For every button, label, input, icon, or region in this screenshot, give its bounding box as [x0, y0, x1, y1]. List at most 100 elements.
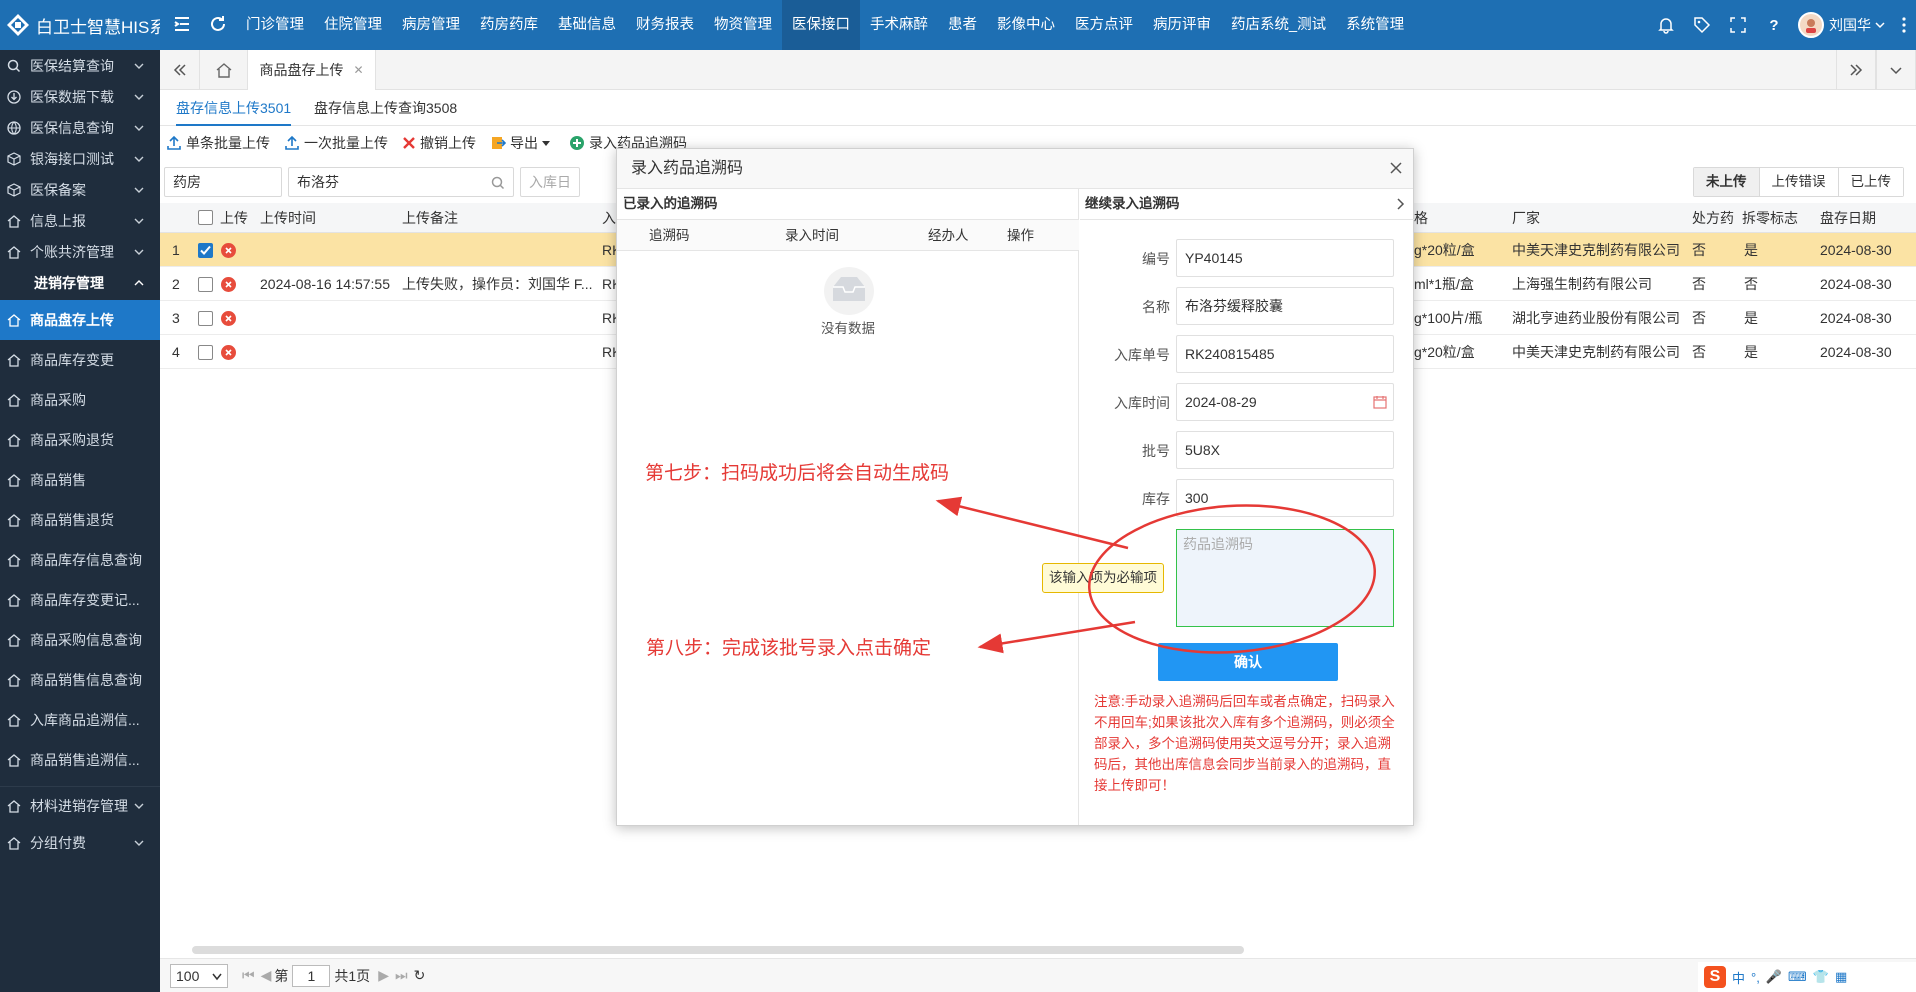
- sidebar-group[interactable]: 医保数据下载: [0, 81, 160, 112]
- topnav-item[interactable]: 医保接口: [782, 0, 860, 50]
- scroll-right-icon[interactable]: [1836, 50, 1876, 90]
- sidebar-group[interactable]: 材料进销存管理: [0, 786, 160, 824]
- sidebar-group[interactable]: 个账共济管理: [0, 236, 160, 267]
- row-rx: 否: [1692, 344, 1706, 360]
- calendar-icon[interactable]: [1373, 395, 1387, 409]
- sidebar-group[interactable]: 医保备案: [0, 174, 160, 205]
- sidebar-item[interactable]: 商品盘存上传: [0, 300, 160, 340]
- select-all-checkbox[interactable]: [198, 210, 213, 225]
- close-icon[interactable]: [1389, 161, 1403, 175]
- sidebar-item[interactable]: 商品销售追溯信...: [0, 740, 160, 780]
- sidebar-group[interactable]: 银海接口测试: [0, 143, 160, 174]
- field-input[interactable]: YP40145: [1176, 239, 1394, 277]
- prev-page-icon[interactable]: ◀: [261, 967, 272, 984]
- pharmacy-select[interactable]: 药房: [164, 167, 282, 197]
- confirm-button[interactable]: 确认: [1158, 643, 1338, 681]
- refresh-icon[interactable]: [208, 14, 228, 34]
- topnav-item[interactable]: 住院管理: [314, 0, 392, 50]
- ime-toolbar[interactable]: S 中 °, 🎤 ⌨ 👕 ▦: [1698, 962, 1916, 992]
- status-error-button[interactable]: 上传错误: [1758, 168, 1838, 196]
- tag-icon[interactable]: [1684, 0, 1720, 50]
- last-page-icon[interactable]: ⏭: [395, 967, 408, 984]
- export-button[interactable]: 导出: [490, 133, 555, 153]
- row-stock-date: 2024-08-30: [1820, 310, 1892, 326]
- page-size-select[interactable]: 100: [170, 963, 228, 988]
- toolbox-icon[interactable]: ▦: [1835, 969, 1847, 985]
- empty-inbox-icon: [824, 267, 874, 315]
- single-batch-upload-button[interactable]: 单条批量上传: [166, 133, 270, 153]
- sidebar-group-label: 进销存管理: [34, 274, 104, 291]
- sidebar-group-open[interactable]: 进销存管理: [0, 267, 160, 298]
- all-batch-upload-button[interactable]: 一次批量上传: [284, 133, 388, 153]
- sidebar-group[interactable]: 医保信息查询: [0, 112, 160, 143]
- status-not-uploaded-button[interactable]: 未上传: [1694, 168, 1759, 196]
- topnav-item[interactable]: 手术麻醉: [860, 0, 938, 50]
- row-checkbox[interactable]: [198, 311, 213, 326]
- collapse-left-icon[interactable]: [160, 50, 200, 90]
- row-checkbox[interactable]: [198, 345, 213, 360]
- sidebar-group[interactable]: 信息上报: [0, 205, 160, 236]
- sidebar-item[interactable]: 入库商品追溯信...: [0, 700, 160, 740]
- topnav-item[interactable]: 影像中心: [987, 0, 1065, 50]
- brand[interactable]: 白卫士智慧HIS系统: [0, 0, 160, 50]
- sidebar-group[interactable]: 分组付费: [0, 824, 160, 862]
- reload-icon[interactable]: ↻: [414, 967, 426, 984]
- keyboard-icon[interactable]: ⌨: [1788, 969, 1807, 985]
- fullscreen-icon[interactable]: [1720, 0, 1756, 50]
- topnav-item[interactable]: 药房药库: [470, 0, 548, 50]
- field-input[interactable]: 布洛芬缓释胶囊: [1176, 287, 1394, 325]
- home-tab-icon[interactable]: [200, 50, 248, 90]
- tab-query-3508[interactable]: 盘存信息上传查询3508: [314, 90, 457, 126]
- bell-icon[interactable]: [1648, 0, 1684, 50]
- user-menu[interactable]: 刘国华: [1792, 12, 1892, 38]
- field-input[interactable]: RK240815485: [1176, 335, 1394, 373]
- cancel-upload-button[interactable]: 撤销上传: [402, 133, 476, 153]
- sidebar-item[interactable]: 商品销售退货: [0, 500, 160, 540]
- tab-close-icon[interactable]: ✕: [353, 63, 363, 77]
- topnav-item[interactable]: 病房管理: [392, 0, 470, 50]
- topnav-item[interactable]: 财务报表: [626, 0, 704, 50]
- topnav-item[interactable]: 门诊管理: [236, 0, 314, 50]
- field-input[interactable]: 300: [1176, 479, 1394, 517]
- page-input[interactable]: 1: [292, 964, 331, 987]
- row-checkbox[interactable]: [198, 243, 213, 258]
- topnav-item[interactable]: 物资管理: [704, 0, 782, 50]
- horizontal-scrollbar[interactable]: [192, 946, 1244, 954]
- skin-icon[interactable]: 👕: [1813, 969, 1829, 985]
- tab-stock-upload[interactable]: 商品盘存上传 ✕: [248, 50, 376, 90]
- first-page-icon[interactable]: ⏮: [242, 967, 255, 984]
- tab-menu-chevron-icon[interactable]: [1876, 50, 1916, 90]
- more-vertical-icon[interactable]: [1892, 0, 1916, 50]
- menu-toggle-icon[interactable]: [172, 14, 192, 34]
- topnav-item[interactable]: 患者: [938, 0, 987, 50]
- tab-upload-3501[interactable]: 盘存信息上传3501: [176, 90, 292, 126]
- sidebar-item[interactable]: 商品销售信息查询: [0, 660, 160, 700]
- home-icon: [7, 214, 21, 228]
- mic-icon[interactable]: 🎤: [1766, 969, 1782, 985]
- field-input[interactable]: 2024-08-29: [1176, 383, 1394, 421]
- topnav-item[interactable]: 医方点评: [1065, 0, 1143, 50]
- trace-code-input[interactable]: 药品追溯码: [1176, 529, 1394, 627]
- sidebar-item[interactable]: 商品采购退货: [0, 420, 160, 460]
- status-uploaded-button[interactable]: 已上传: [1837, 168, 1903, 196]
- topnav-item[interactable]: 药店系统_测试: [1221, 0, 1336, 50]
- sidebar-item[interactable]: 商品库存信息查询: [0, 540, 160, 580]
- topnav-item[interactable]: 病历评审: [1143, 0, 1221, 50]
- date-input[interactable]: 入库日: [520, 167, 580, 197]
- field-input[interactable]: 5U8X: [1176, 431, 1394, 469]
- row-checkbox[interactable]: [198, 277, 213, 292]
- drug-search-input[interactable]: 布洛芬: [288, 167, 514, 197]
- sidebar-item[interactable]: 商品库存变更: [0, 340, 160, 380]
- sidebar-item[interactable]: 商品销售: [0, 460, 160, 500]
- search-icon[interactable]: [491, 176, 505, 190]
- sidebar-item[interactable]: 商品库存变更记...: [0, 580, 160, 620]
- next-page-icon[interactable]: ▶: [378, 967, 389, 984]
- chevron-right-icon[interactable]: [1396, 198, 1406, 210]
- sidebar-item[interactable]: 商品采购信息查询: [0, 620, 160, 660]
- help-icon[interactable]: ?: [1756, 0, 1792, 50]
- sidebar-item[interactable]: 商品采购: [0, 380, 160, 420]
- sidebar-group[interactable]: 医保结算查询: [0, 50, 160, 81]
- punctuation-icon[interactable]: °,: [1751, 970, 1760, 985]
- topnav-item[interactable]: 基础信息: [548, 0, 626, 50]
- topnav-item[interactable]: 系统管理: [1336, 0, 1414, 50]
